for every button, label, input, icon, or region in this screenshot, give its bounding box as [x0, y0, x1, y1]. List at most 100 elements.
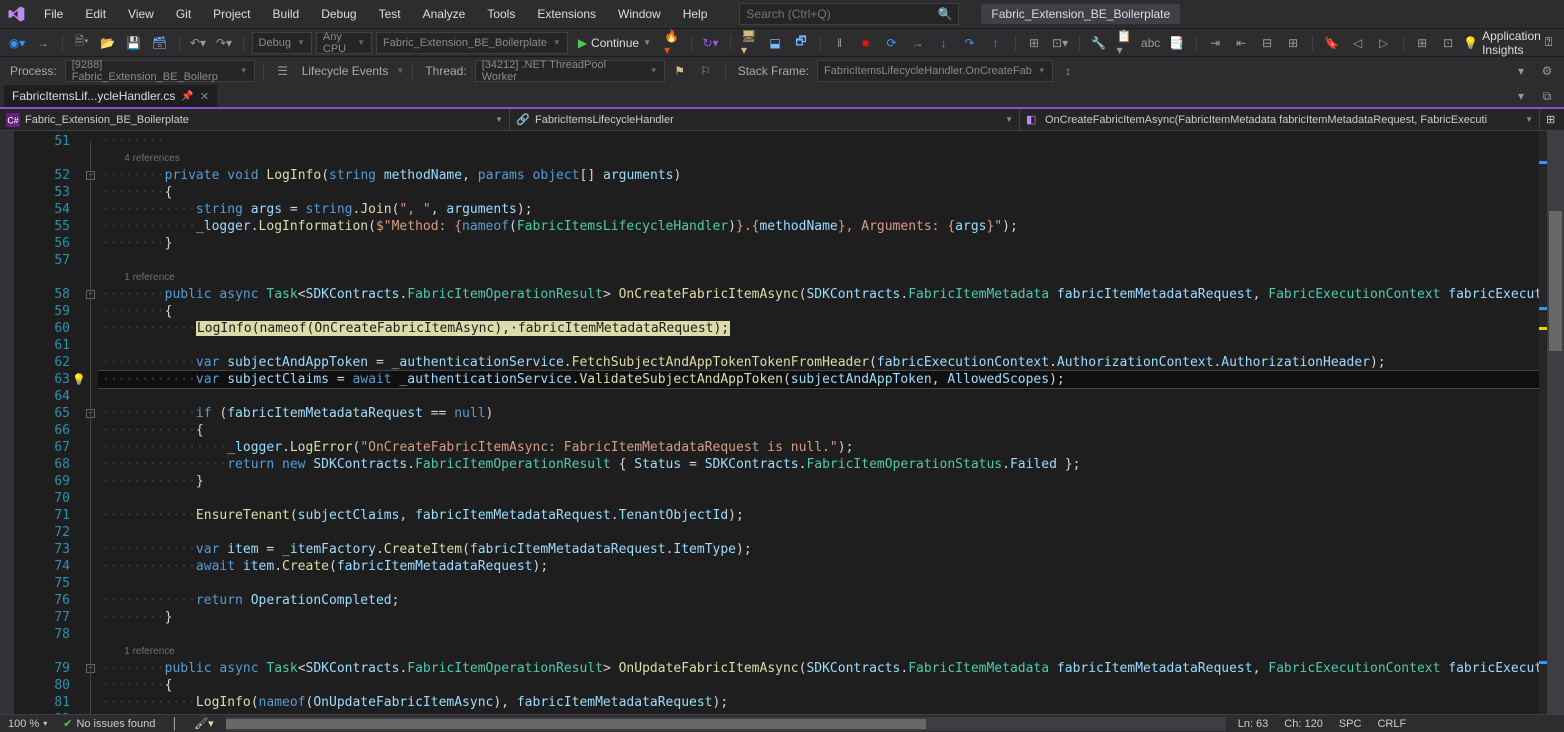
close-icon[interactable]: ✕ — [200, 90, 209, 103]
brush-icon[interactable]: 🖌▾ — [186, 717, 222, 730]
indent-mode[interactable]: SPC — [1331, 718, 1370, 730]
tab-title: FabricItemsLif...ycleHandler.cs — [12, 89, 175, 103]
restart-debug-button[interactable]: ⟳ — [881, 32, 903, 54]
outlining-margin[interactable]: −−−− — [84, 131, 98, 714]
code-editor[interactable]: 51525354555657◐↑585960616263💡64656667686… — [0, 131, 1564, 714]
window-a-button[interactable]: ⊞ — [1411, 32, 1433, 54]
menu-project[interactable]: Project — [203, 3, 260, 25]
method-icon: ◧ — [1026, 113, 1040, 127]
code-surface[interactable]: ········ 4 references········private voi… — [98, 131, 1539, 714]
stop-button[interactable]: ■ — [855, 32, 877, 54]
thread-filter-icon[interactable]: ⚐ — [695, 60, 717, 82]
document-tab-active[interactable]: FabricItemsLif...ycleHandler.cs 📌 ✕ — [4, 84, 217, 107]
horizontal-scrollbar[interactable] — [226, 717, 1226, 731]
menu-build[interactable]: Build — [263, 3, 310, 25]
stackframe-label: Stack Frame: — [734, 64, 813, 78]
outdent-button[interactable]: ⇤ — [1230, 32, 1252, 54]
toggle-b-button[interactable]: ⊡▾ — [1049, 32, 1071, 54]
tab-overflow-button[interactable]: ▾ — [1510, 85, 1532, 107]
nav-split-button[interactable]: ⊞ — [1540, 109, 1564, 130]
pin-icon[interactable]: 📌 — [181, 91, 193, 102]
tool-d-button[interactable]: 📋▾ — [1114, 32, 1136, 54]
nav-back-button[interactable]: ◉▾ — [6, 32, 28, 54]
open-button[interactable]: 📂 — [97, 32, 119, 54]
lifecycle-icon[interactable]: ☰ — [272, 60, 294, 82]
undo-button[interactable]: ↶▾ — [187, 32, 209, 54]
tool-f-button[interactable]: 📑 — [1166, 32, 1188, 54]
zoom-level[interactable]: 100 %▾ — [0, 718, 55, 730]
step-out-button[interactable]: ↑ — [985, 32, 1007, 54]
tool-c-button[interactable]: 🔧 — [1088, 32, 1110, 54]
step-next-button[interactable]: → — [907, 32, 929, 54]
menu-analyze[interactable]: Analyze — [413, 3, 476, 25]
menu-view[interactable]: View — [118, 3, 164, 25]
caret-char[interactable]: Ch: 120 — [1276, 718, 1331, 730]
comment-button[interactable]: ⊟ — [1256, 32, 1278, 54]
nav-class-dropdown[interactable]: 🔗 FabricItemsLifecycleHandler▼ — [510, 109, 1020, 130]
process-dropdown[interactable]: [9288] Fabric_Extension_BE_Boilerp▼ — [65, 60, 255, 82]
nav-fwd-button[interactable]: → — [32, 32, 54, 54]
save-button[interactable]: 💾 — [123, 32, 145, 54]
check-icon: ✔ — [63, 717, 72, 730]
vertical-scrollbar[interactable] — [1547, 131, 1564, 714]
menu-test[interactable]: Test — [369, 3, 411, 25]
standard-toolbar: ◉▾ → 🗎▾ 📂 💾 🗃 ↶▾ ↷▾ Debug▼ Any CPU▼ Fabr… — [0, 28, 1564, 56]
thread-label: Thread: — [421, 64, 470, 78]
search-input[interactable] — [746, 7, 926, 21]
menu-git[interactable]: Git — [166, 3, 201, 25]
toolbar-settings-icon[interactable]: ⚙ — [1536, 60, 1558, 82]
hot-reload-button[interactable]: 🔥▾ — [661, 32, 683, 54]
redo-button[interactable]: ↷▾ — [213, 32, 235, 54]
search-box[interactable]: 🔍 — [739, 3, 959, 25]
pause-button[interactable]: ‖ — [829, 32, 851, 54]
stackframe-dropdown[interactable]: FabricItemsLifecycleHandler.OnCreateFab▼ — [817, 60, 1053, 82]
uncomment-button[interactable]: ⊞ — [1282, 32, 1304, 54]
help-icon: ⍰ — [1545, 35, 1552, 50]
class-icon: 🔗 — [516, 113, 530, 127]
thread-dropdown[interactable]: [34212] .NET ThreadPool Worker▼ — [475, 60, 665, 82]
toolbar-overflow-button[interactable]: ▾ — [1510, 60, 1532, 82]
bookmark-prev-button[interactable]: ◁ — [1347, 32, 1369, 54]
browser-link-button[interactable]: 🖥▾ — [738, 32, 760, 54]
tool-e-button[interactable]: abc — [1140, 32, 1162, 54]
overview-ruler[interactable] — [1539, 131, 1547, 714]
platform-dropdown[interactable]: Any CPU▼ — [316, 32, 372, 54]
save-all-button[interactable]: 🗃 — [149, 32, 171, 54]
bookmark-next-button[interactable]: ▷ — [1373, 32, 1395, 54]
breakpoint-margin[interactable] — [0, 131, 14, 714]
step2-button[interactable]: 🗗 — [790, 32, 812, 54]
menu-edit[interactable]: Edit — [75, 3, 116, 25]
line-ending[interactable]: CRLF — [1369, 718, 1414, 730]
svg-text:C#: C# — [7, 115, 18, 125]
step-button[interactable]: ⬓ — [764, 32, 786, 54]
menu-help[interactable]: Help — [673, 3, 718, 25]
continue-button[interactable]: ▶Continue▼ — [572, 32, 657, 54]
error-list-status[interactable]: ✔No issues found — [55, 717, 163, 730]
line-number-gutter: 51525354555657◐↑585960616263💡64656667686… — [14, 131, 84, 714]
floating-window-button[interactable]: ⧉ — [1536, 85, 1558, 107]
application-insights[interactable]: 💡 Application Insights ⍰ — [1463, 29, 1558, 57]
configuration-dropdown[interactable]: Debug▼ — [252, 32, 312, 54]
restart-button[interactable]: ↻▾ — [700, 32, 722, 54]
menu-window[interactable]: Window — [608, 3, 671, 25]
step-into-button[interactable]: ↓ — [933, 32, 955, 54]
menu-file[interactable]: File — [34, 3, 73, 25]
step-over-button[interactable]: ↷ — [959, 32, 981, 54]
stackframe-more-icon[interactable]: ↕ — [1057, 60, 1079, 82]
menu-tools[interactable]: Tools — [477, 3, 525, 25]
window-b-button[interactable]: ⊡ — [1437, 32, 1459, 54]
flag-icon[interactable]: ⚑ — [669, 60, 691, 82]
nav-member-dropdown[interactable]: ◧ OnCreateFabricItemAsync(FabricItemMeta… — [1020, 109, 1540, 130]
indent-button[interactable]: ⇥ — [1204, 32, 1226, 54]
startup-project-dropdown[interactable]: Fabric_Extension_BE_Boilerplate▼ — [376, 32, 568, 54]
caret-line[interactable]: Ln: 63 — [1230, 718, 1277, 730]
toggle-a-button[interactable]: ⊞ — [1023, 32, 1045, 54]
menu-debug[interactable]: Debug — [311, 3, 366, 25]
menu-extensions[interactable]: Extensions — [527, 3, 606, 25]
menu-bar: File Edit View Git Project Build Debug T… — [0, 0, 1564, 28]
bookmark-button[interactable]: 🔖 — [1321, 32, 1343, 54]
solution-name-chip[interactable]: Fabric_Extension_BE_Boilerplate — [981, 4, 1180, 24]
new-item-button[interactable]: 🗎▾ — [71, 32, 93, 54]
nav-project-dropdown[interactable]: C# Fabric_Extension_BE_Boilerplate▼ — [0, 109, 510, 130]
search-icon: 🔍 — [937, 7, 952, 21]
